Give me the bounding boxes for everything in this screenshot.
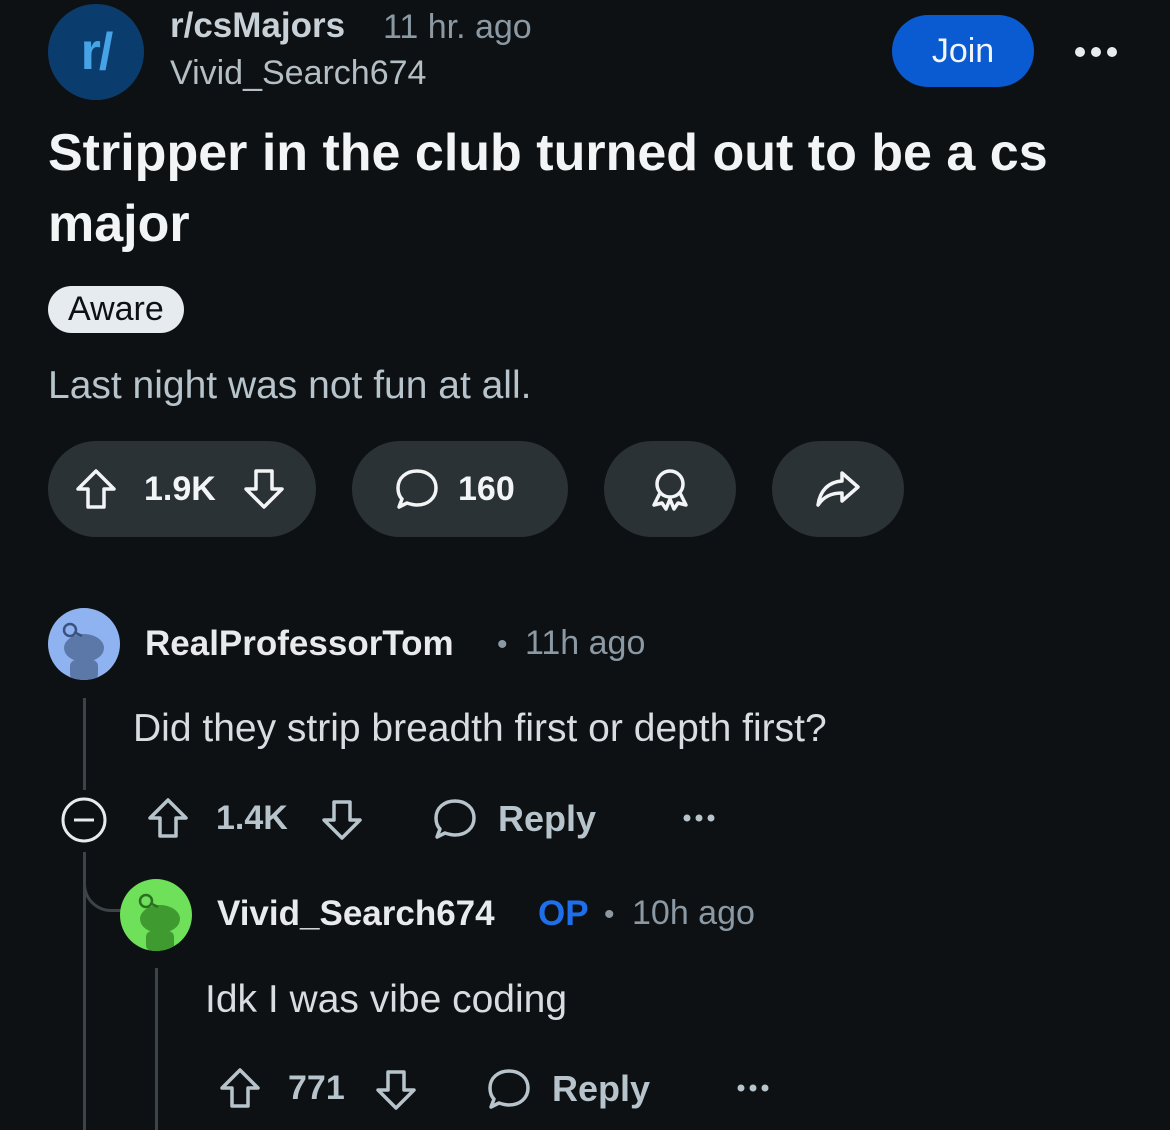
- comment-icon: [432, 797, 478, 841]
- share-button[interactable]: [772, 441, 904, 537]
- reddit-post-page: r/ r/csMajors 11 hr. ago Vivid_Search674…: [0, 0, 1170, 1130]
- upvote-icon[interactable]: [74, 467, 118, 511]
- comment-more-icon[interactable]: [683, 813, 715, 823]
- reply-button[interactable]: Reply: [486, 1067, 650, 1111]
- op-badge: OP: [538, 894, 589, 933]
- comment-vote-count: 1.4K: [216, 799, 288, 837]
- comment-icon: [486, 1067, 532, 1111]
- separator-dot: •: [497, 628, 508, 661]
- separator-dot: •: [604, 898, 615, 931]
- comment-body: Idk I was vibe coding: [205, 978, 568, 1021]
- comment-time: 11h ago: [525, 624, 646, 662]
- subreddit-name[interactable]: r/csMajors: [170, 6, 345, 46]
- comment-username[interactable]: Vivid_Search674: [217, 894, 495, 934]
- upvote-icon[interactable]: [146, 796, 190, 840]
- comment-more-icon[interactable]: [737, 1083, 769, 1093]
- post-body: Last night was not fun at all.: [48, 364, 532, 407]
- comment-icon: [394, 467, 440, 511]
- comment-username[interactable]: RealProfessorTom: [145, 624, 454, 664]
- reply-button[interactable]: Reply: [432, 797, 596, 841]
- thread-line[interactable]: [83, 698, 86, 790]
- vote-pill: 1.9K: [48, 441, 316, 537]
- downvote-icon[interactable]: [242, 467, 286, 511]
- post-author[interactable]: Vivid_Search674: [170, 54, 426, 93]
- comment-vote-count: 771: [288, 1069, 345, 1107]
- award-button[interactable]: [604, 441, 736, 537]
- downvote-icon[interactable]: [374, 1068, 418, 1112]
- share-icon: [814, 467, 862, 511]
- thread-line[interactable]: [155, 968, 158, 1130]
- award-icon: [648, 467, 692, 511]
- comment-count: 160: [458, 469, 515, 508]
- thread-connector: [83, 852, 123, 912]
- comment-time: 10h ago: [632, 894, 755, 932]
- join-button[interactable]: Join: [892, 15, 1034, 87]
- subreddit-icon-text: r/: [80, 23, 114, 81]
- more-options-icon[interactable]: [1074, 30, 1118, 67]
- downvote-icon[interactable]: [320, 798, 364, 842]
- avatar[interactable]: [48, 608, 120, 680]
- post-flair[interactable]: Aware: [48, 286, 184, 333]
- subreddit-icon[interactable]: r/: [48, 4, 144, 100]
- avatar[interactable]: [120, 879, 192, 951]
- post-title[interactable]: Stripper in the club turned out to be a …: [48, 118, 1128, 260]
- comment-body: Did they strip breadth first or depth fi…: [133, 707, 827, 750]
- reply-label: Reply: [552, 1068, 651, 1109]
- upvote-icon[interactable]: [218, 1066, 262, 1110]
- reply-label: Reply: [498, 798, 597, 839]
- post-time: 11 hr. ago: [383, 8, 532, 46]
- collapse-thread-icon[interactable]: [60, 796, 108, 844]
- comments-button[interactable]: 160: [352, 441, 568, 537]
- upvote-count: 1.9K: [144, 469, 216, 508]
